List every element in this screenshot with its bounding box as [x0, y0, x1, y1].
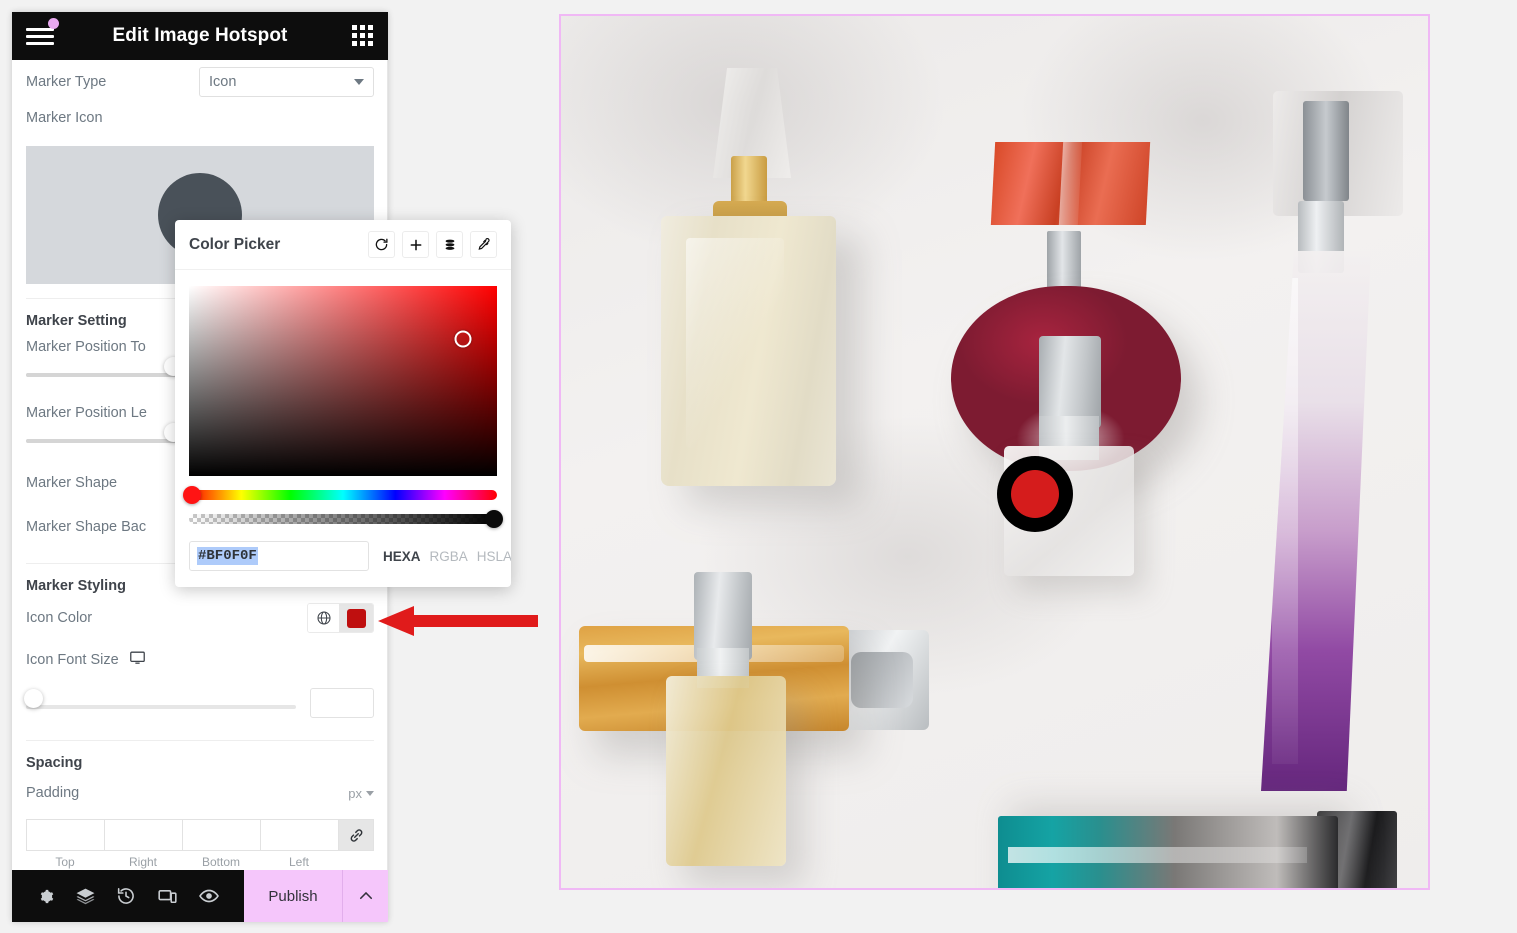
perfume-bottle-cap: [1039, 336, 1101, 428]
perfume-bottle-cap: [990, 142, 1151, 225]
marker-icon-row: Marker Icon: [12, 100, 388, 136]
padding-top-label: Top: [55, 855, 75, 869]
app-root: Edit Image Hotspot Marker Type Icon Mark…: [0, 0, 1517, 933]
padding-bottom-input[interactable]: [182, 819, 260, 851]
perfume-bottle-cap-inner: [1303, 101, 1349, 201]
hotspot-background-image: [561, 16, 1428, 888]
tab-hsla[interactable]: HSLA: [477, 549, 511, 564]
perfume-bottle-yellow: [661, 216, 836, 486]
spacing-section-title: Spacing: [26, 755, 83, 771]
desktop-icon[interactable]: [129, 649, 146, 671]
padding-right-label: Right: [128, 855, 157, 869]
padding-row: Padding px: [12, 775, 388, 811]
responsive-mode-icon[interactable]: [157, 886, 178, 907]
alpha-slider-handle[interactable]: [484, 510, 503, 528]
tab-rgba[interactable]: RGBA: [430, 549, 468, 564]
link-icon[interactable]: [338, 819, 374, 851]
preview-eye-icon[interactable]: [198, 885, 220, 907]
padding-unit-value: px: [348, 785, 362, 801]
icon-font-size-slider-row: [12, 688, 388, 718]
icon-color-label: Icon Color: [26, 610, 93, 626]
hamburger-menu-icon[interactable]: [26, 18, 59, 48]
page-title: Edit Image Hotspot: [112, 25, 288, 46]
marker-position-left-label: Marker Position Le: [26, 405, 147, 421]
chevron-down-icon: [354, 79, 364, 85]
padding-label: Padding: [26, 785, 80, 801]
padding-unit-select[interactable]: px: [348, 786, 374, 801]
padding-bottom-label: Bottom: [201, 855, 240, 869]
icon-color-row: Icon Color: [12, 600, 388, 636]
hotspot-marker-inner: [1011, 470, 1059, 518]
color-picker-footer: #BF0F0F HEXA RGBA HSLA: [189, 541, 511, 571]
icon-color-control[interactable]: [307, 603, 374, 633]
icon-font-size-label: Icon Font Size: [26, 652, 119, 668]
marker-shape-label: Marker Shape: [26, 475, 118, 491]
globe-icon[interactable]: [308, 604, 339, 632]
add-icon[interactable]: [402, 231, 429, 258]
padding-side-labels: Top Right Bottom Left: [26, 855, 374, 869]
chevron-down-icon: [366, 790, 374, 796]
marker-type-row: Marker Type Icon: [12, 64, 388, 100]
marker-position-top-label: Marker Position To: [26, 339, 146, 355]
marker-shape-background-label: Marker Shape Bac: [26, 519, 147, 535]
color-picker-body: #BF0F0F HEXA RGBA HSLA: [175, 270, 511, 587]
sv-cursor-handle[interactable]: [454, 330, 472, 348]
annotation-arrow-icon: [378, 606, 538, 636]
grid-apps-icon[interactable]: [352, 25, 374, 47]
history-icon[interactable]: [116, 886, 136, 906]
swatches-icon[interactable]: [436, 231, 463, 258]
layers-icon[interactable]: [75, 886, 96, 907]
icon-color-swatch-button[interactable]: [339, 604, 373, 632]
hotspot-marker[interactable]: [997, 456, 1073, 532]
panel-header: Edit Image Hotspot: [12, 12, 388, 60]
padding-left-label: Left: [288, 855, 309, 869]
hue-slider[interactable]: [183, 486, 497, 504]
editor-footer-bar: Publish: [12, 870, 388, 922]
color-picker-title: Color Picker: [189, 235, 281, 253]
color-format-tabs: HEXA RGBA HSLA: [383, 549, 511, 564]
publish-button[interactable]: Publish: [244, 870, 342, 922]
hex-color-value: #BF0F0F: [197, 547, 258, 565]
divider: [26, 740, 374, 741]
alpha-slider[interactable]: [189, 510, 503, 528]
marker-icon-label: Marker Icon: [26, 110, 103, 126]
perfume-bottle-cap: [694, 572, 752, 660]
tab-hexa[interactable]: HEXA: [383, 549, 421, 564]
saturation-value-area[interactable]: [189, 286, 497, 476]
preview-canvas[interactable]: [559, 14, 1430, 890]
marker-type-select[interactable]: Icon: [199, 67, 374, 97]
footer-tools: [12, 885, 244, 907]
marker-type-value: Icon: [209, 74, 237, 90]
color-swatch: [346, 608, 366, 628]
padding-top-input[interactable]: [26, 819, 104, 851]
perfume-bottle-teal: [998, 816, 1338, 888]
padding-inputs-group: [26, 819, 374, 851]
slider-handle[interactable]: [24, 689, 43, 708]
color-picker-header: Color Picker: [175, 220, 511, 270]
perfume-bottle-purple: [1261, 251, 1371, 791]
padding-left-input[interactable]: [260, 819, 338, 851]
color-picker-actions: [368, 231, 497, 258]
hue-slider-handle[interactable]: [183, 486, 202, 504]
icon-font-size-slider[interactable]: [24, 689, 310, 709]
notification-dot-icon: [48, 18, 59, 29]
hex-color-input[interactable]: #BF0F0F: [189, 541, 369, 571]
color-picker-popup[interactable]: Color Picker #BF0F0F HEXA RGBA HSLA: [175, 220, 511, 587]
chevron-up-icon[interactable]: [342, 870, 388, 922]
icon-font-size-input[interactable]: [310, 688, 374, 718]
perfume-bottle-cap-inner: [851, 652, 913, 708]
eyedropper-icon[interactable]: [470, 231, 497, 258]
reset-icon[interactable]: [368, 231, 395, 258]
perfume-bottle-gold: [666, 676, 786, 866]
settings-gear-icon[interactable]: [36, 887, 55, 906]
icon-font-size-row: Icon Font Size: [12, 642, 388, 678]
padding-right-input[interactable]: [104, 819, 182, 851]
marker-type-label: Marker Type: [26, 74, 107, 90]
